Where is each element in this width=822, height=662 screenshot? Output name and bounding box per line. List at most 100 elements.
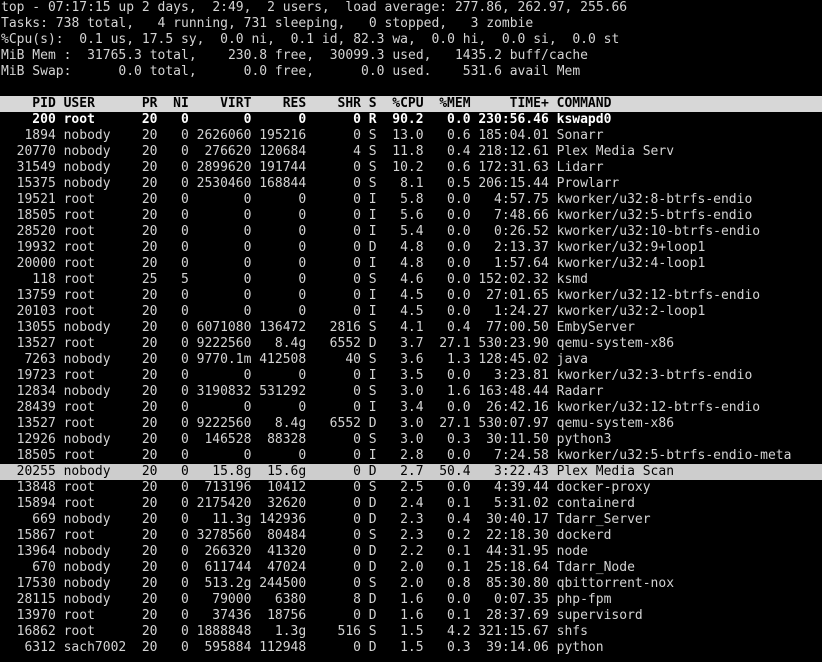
process-row[interactable]: 6312 sach7002 20 0 595884 112948 0 D 1.5 0.3 39:1… bbox=[0, 640, 822, 656]
process-row[interactable]: 31549 nobody 20 0 2899620 191744 0 S 10.2 0.6 172… bbox=[0, 160, 822, 176]
process-command: supervisord bbox=[556, 608, 643, 623]
process-row[interactable]: 28520 root 20 0 0 0 0 I 5.4 0.0 0:26.52 kworker/u… bbox=[0, 224, 822, 240]
process-priority: 20 bbox=[141, 128, 158, 143]
process-mem: 0.0 bbox=[447, 240, 471, 255]
process-row[interactable]: 19521 root 20 0 0 0 0 I 5.8 0.0 4:57.75 kworker/u… bbox=[0, 192, 822, 208]
process-time: 4:57.75 bbox=[494, 192, 549, 207]
process-cpu: 1.6 bbox=[400, 592, 424, 607]
process-cpu: 2.5 bbox=[400, 480, 424, 495]
process-row[interactable]: 13848 root 20 0 713196 10412 0 S 2.5 0.0 4:39.44 … bbox=[0, 480, 822, 496]
process-pid: 13848 bbox=[16, 480, 56, 495]
process-nice: 0 bbox=[180, 256, 189, 271]
process-time: 172:31.63 bbox=[478, 160, 549, 175]
process-mem: 0.0 bbox=[447, 256, 471, 271]
process-row[interactable]: 28439 root 20 0 0 0 0 I 3.4 0.0 26:42.16 kworker/… bbox=[0, 400, 822, 416]
process-row[interactable]: 17530 nobody 20 0 513.2g 244500 0 S 2.0 0.8 85:30… bbox=[0, 576, 822, 592]
process-virt: 713196 bbox=[204, 480, 252, 495]
process-row[interactable]: 7263 nobody 20 0 9770.1m 412508 40 S 3.6 1.3 128:… bbox=[0, 352, 822, 368]
process-command: kworker/u32:8-btrfs-endio bbox=[556, 192, 753, 207]
process-cpu: 5.6 bbox=[400, 208, 424, 223]
process-row[interactable]: 20103 root 20 0 0 0 0 I 4.5 0.0 1:24.27 kworker/u… bbox=[0, 304, 822, 320]
process-mem: 27.1 bbox=[439, 336, 471, 351]
process-time: 3:22.43 bbox=[494, 464, 549, 479]
process-row[interactable]: 20000 root 20 0 0 0 0 I 4.8 0.0 1:57.64 kworker/u… bbox=[0, 256, 822, 272]
process-command: qemu-system-x86 bbox=[556, 416, 675, 431]
process-row[interactable]: 15867 root 20 0 3278560 80484 0 S 2.3 0.2 22:18.3… bbox=[0, 528, 822, 544]
process-row[interactable]: 13055 nobody 20 0 6071080 136472 2816 S 4.1 0.4 7… bbox=[0, 320, 822, 336]
process-row[interactable]: 200 root 20 0 0 0 0 R 90.2 0.0 230:56.46 kswapd0 bbox=[0, 112, 822, 128]
process-shr: 0 bbox=[353, 448, 361, 463]
process-row[interactable]: 13964 nobody 20 0 266320 41320 0 D 2.2 0.1 44:31.… bbox=[0, 544, 822, 560]
process-state: I bbox=[368, 368, 377, 383]
process-row-selected[interactable]: 20255 nobody 20 0 15.8g 15.6g 0 D 2.7 50.4 3:22.4… bbox=[0, 464, 822, 480]
process-row[interactable]: 12926 nobody 20 0 146528 88328 0 S 3.0 0.3 30:11.… bbox=[0, 432, 822, 448]
process-cpu: 4.1 bbox=[400, 320, 424, 335]
process-priority: 20 bbox=[141, 544, 158, 559]
process-nice: 0 bbox=[180, 208, 189, 223]
summary-tasks-line: Tasks: 738 total, 4 running, 731 sleepin… bbox=[1, 16, 534, 31]
process-virt: 1888848 bbox=[196, 624, 252, 639]
process-priority: 20 bbox=[141, 560, 158, 575]
process-user: nobody bbox=[63, 432, 111, 447]
process-row[interactable]: 18505 root 20 0 0 0 0 I 5.6 0.0 7:48.66 kworker/u… bbox=[0, 208, 822, 224]
process-pid: 670 bbox=[32, 560, 56, 575]
process-row[interactable]: 669 nobody 20 0 11.3g 142936 0 D 2.3 0.4 30:40.17… bbox=[0, 512, 822, 528]
process-state: S bbox=[368, 432, 377, 447]
process-mem: 0.3 bbox=[447, 640, 471, 655]
process-row[interactable]: 118 root 25 5 0 0 0 S 4.6 0.0 152:02.32 ksmd bbox=[0, 272, 822, 288]
process-pid: 19723 bbox=[16, 368, 56, 383]
process-virt: 0 bbox=[243, 304, 252, 319]
process-res: 0 bbox=[298, 208, 307, 223]
process-row[interactable]: 20770 nobody 20 0 276620 120684 4 S 11.8 0.4 218:… bbox=[0, 144, 822, 160]
process-cpu: 3.0 bbox=[400, 384, 424, 399]
process-cpu: 4.6 bbox=[400, 272, 424, 287]
summary-swap-line: MiB Swap: 0.0 total, 0.0 free, 0.0 used.… bbox=[1, 64, 581, 79]
process-row[interactable]: 15375 nobody 20 0 2530460 168844 0 S 8.1 0.5 206:… bbox=[0, 176, 822, 192]
process-row[interactable]: 16862 root 20 0 1888848 1.3g 516 S 1.5 4.2 321:15… bbox=[0, 624, 822, 640]
process-nice: 0 bbox=[180, 240, 189, 255]
process-mem: 4.2 bbox=[447, 624, 471, 639]
process-state: D bbox=[368, 496, 377, 511]
process-row[interactable]: 13527 root 20 0 9222560 8.4g 6552 D 3.7 27.1 530:… bbox=[0, 336, 822, 352]
process-mem: 0.0 bbox=[447, 224, 471, 239]
process-shr: 516 bbox=[337, 624, 361, 639]
process-nice: 0 bbox=[180, 128, 189, 143]
process-priority: 20 bbox=[141, 512, 158, 527]
process-row[interactable]: 18505 root 20 0 0 0 0 I 2.8 0.0 7:24.58 kworker/u… bbox=[0, 448, 822, 464]
process-nice: 0 bbox=[180, 464, 189, 479]
process-priority: 20 bbox=[141, 352, 158, 367]
process-command: kworker/u32:2-loop1 bbox=[556, 304, 706, 319]
process-row[interactable]: 28115 nobody 20 0 79000 6380 8 D 1.6 0.0 0:07.35 … bbox=[0, 592, 822, 608]
process-pid: 28115 bbox=[16, 592, 56, 607]
process-priority: 20 bbox=[141, 640, 158, 655]
process-virt: 3278560 bbox=[196, 528, 252, 543]
process-shr: 0 bbox=[353, 576, 361, 591]
process-res: 0 bbox=[298, 256, 307, 271]
process-pid: 7263 bbox=[24, 352, 56, 367]
column-header-state: S bbox=[368, 96, 377, 111]
process-row[interactable]: 13527 root 20 0 9222560 8.4g 6552 D 3.0 27.1 530:… bbox=[0, 416, 822, 432]
process-row[interactable]: 1894 nobody 20 0 2626060 195216 0 S 13.0 0.6 185:… bbox=[0, 128, 822, 144]
process-pid: 200 bbox=[32, 112, 56, 127]
process-res: 168844 bbox=[259, 176, 307, 191]
process-row[interactable]: 13970 root 20 0 37436 18756 0 D 1.6 0.1 28:37.69 … bbox=[0, 608, 822, 624]
process-row[interactable]: 19723 root 20 0 0 0 0 I 3.5 0.0 3:23.81 kworker/u… bbox=[0, 368, 822, 384]
process-cpu: 3.0 bbox=[400, 416, 424, 431]
terminal-window[interactable]: top - 07:17:15 up 2 days, 2:49, 2 users,… bbox=[0, 0, 822, 662]
process-state: S bbox=[368, 384, 377, 399]
process-user: root bbox=[63, 496, 95, 511]
process-row[interactable]: 19932 root 20 0 0 0 0 D 4.8 0.0 2:13.37 kworker/u… bbox=[0, 240, 822, 256]
process-virt: 0 bbox=[243, 272, 252, 287]
process-res: 10412 bbox=[267, 480, 307, 495]
process-command: kworker/u32:12-btrfs-endio bbox=[556, 400, 761, 415]
process-row[interactable]: 12834 nobody 20 0 3190832 531292 0 S 3.0 1.6 163:… bbox=[0, 384, 822, 400]
process-row[interactable]: 670 nobody 20 0 611744 47024 0 D 2.0 0.1 25:18.64… bbox=[0, 560, 822, 576]
process-cpu: 2.2 bbox=[400, 544, 424, 559]
process-pid: 28520 bbox=[16, 224, 56, 239]
process-virt: 0 bbox=[243, 112, 252, 127]
process-row[interactable]: 13759 root 20 0 0 0 0 I 4.5 0.0 27:01.65 kworker/… bbox=[0, 288, 822, 304]
process-row[interactable]: 15894 root 20 0 2175420 32620 0 D 2.4 0.1 5:31.02… bbox=[0, 496, 822, 512]
process-nice: 0 bbox=[180, 112, 189, 127]
process-time: 7:24.58 bbox=[494, 448, 549, 463]
process-priority: 20 bbox=[141, 528, 158, 543]
